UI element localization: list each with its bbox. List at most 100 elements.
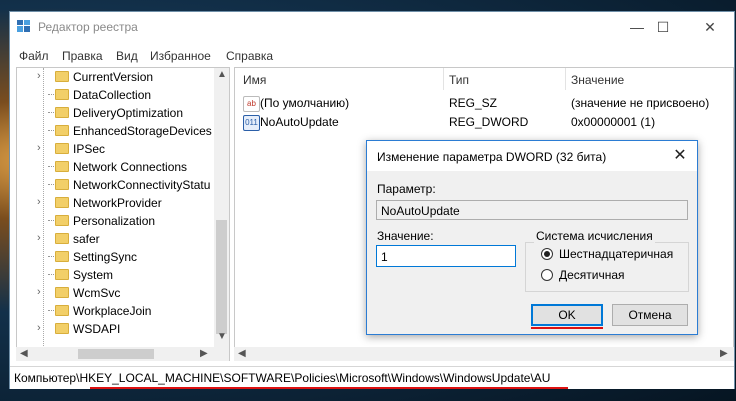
- tree-item[interactable]: › CurrentVersion: [17, 68, 215, 86]
- title-bar: Редактор реестра — ☐ ✕: [10, 12, 734, 42]
- tree-scroll-thumb[interactable]: [216, 220, 227, 334]
- tree-item[interactable]: DataCollection: [17, 86, 215, 104]
- tree-item[interactable]: System: [17, 266, 215, 284]
- number-base-legend: Система исчисления: [534, 229, 655, 243]
- expand-arrow-icon[interactable]: ›: [37, 196, 41, 208]
- tree-hscroll-thumb[interactable]: [78, 349, 154, 359]
- value-input-text: 1: [381, 250, 388, 264]
- tree-item[interactable]: EnhancedStorageDevices: [17, 122, 215, 140]
- tree-item-label: WSDAPI: [73, 322, 121, 336]
- tree-item-label: NetworkProvider: [73, 196, 162, 210]
- expand-arrow-icon[interactable]: ›: [37, 70, 41, 82]
- dialog-close-icon[interactable]: ✕: [663, 141, 697, 171]
- edit-dword-dialog: Изменение параметра DWORD (32 бита) ✕ Па…: [366, 140, 698, 335]
- scroll-right-icon[interactable]: ▶: [200, 348, 208, 359]
- tree-item[interactable]: DeliveryOptimization: [17, 104, 215, 122]
- folder-icon: [55, 107, 69, 118]
- window-title: Редактор реестра: [38, 20, 138, 34]
- tree-item-label: Personalization: [73, 214, 156, 228]
- folder-icon: [55, 305, 69, 316]
- tree-item-label: Network Connections: [73, 160, 188, 174]
- tree-item-label: WcmSvc: [73, 286, 121, 300]
- tree-item[interactable]: WorkplaceJoin: [17, 302, 215, 320]
- tree-item[interactable]: › NetworkProvider: [17, 194, 215, 212]
- values-horizontal-scrollbar[interactable]: ◀ ▶: [234, 347, 734, 361]
- tree-item[interactable]: › IPSec: [17, 140, 215, 158]
- expand-arrow-icon[interactable]: ›: [37, 232, 41, 244]
- column-header-name[interactable]: Имя: [243, 73, 266, 87]
- tree-item[interactable]: Personalization: [17, 212, 215, 230]
- radio-hexadecimal[interactable]: [541, 248, 553, 260]
- status-path-key: HKEY_LOCAL_MACHINE\SOFTWARE\Policies\Mic…: [79, 371, 551, 385]
- folder-icon: [55, 89, 69, 100]
- expand-arrow-icon[interactable]: ›: [37, 286, 41, 298]
- tree-item[interactable]: Network Connections: [17, 158, 215, 176]
- folder-icon: [55, 287, 69, 298]
- scroll-right-icon[interactable]: ▶: [720, 348, 728, 359]
- tree-item[interactable]: NetworkConnectivityStatu: [17, 176, 215, 194]
- menu-favorites[interactable]: Избранное: [150, 49, 211, 63]
- row-name: (По умолчанию): [260, 96, 350, 110]
- radio-decimal[interactable]: [541, 269, 553, 281]
- key-tree[interactable]: › CurrentVersion DataCollection Delivery…: [16, 67, 230, 361]
- status-path: Компьютер\HKEY_LOCAL_MACHINE\SOFTWARE\Po…: [14, 371, 550, 385]
- tree-item-label: CurrentVersion: [73, 70, 154, 84]
- column-header-type[interactable]: Тип: [449, 73, 469, 87]
- tree-item-label: DataCollection: [73, 88, 152, 102]
- row-type: REG_DWORD: [449, 115, 529, 129]
- value-input[interactable]: 1: [376, 245, 516, 267]
- menu-help[interactable]: Справка: [226, 49, 273, 63]
- tree-vertical-scrollbar[interactable]: ▲ ▼: [214, 68, 229, 360]
- tree-item-label: safer: [73, 232, 100, 246]
- cancel-button[interactable]: Отмена: [612, 304, 688, 326]
- folder-icon: [55, 215, 69, 226]
- param-name-field: NoAutoUpdate: [376, 200, 688, 220]
- radio-decimal-label[interactable]: Десятичная: [559, 268, 625, 282]
- registry-app-icon: [17, 20, 30, 32]
- tree-item-label: DeliveryOptimization: [73, 106, 184, 120]
- tree-item[interactable]: › WSDAPI: [17, 320, 215, 338]
- folder-icon: [55, 197, 69, 208]
- menu-view[interactable]: Вид: [116, 49, 138, 63]
- path-highlight-underline: [90, 387, 568, 389]
- ok-highlight-underline: [531, 327, 603, 329]
- tree-item[interactable]: › safer: [17, 230, 215, 248]
- row-name: NoAutoUpdate: [260, 115, 339, 129]
- tree-item-label: SettingSync: [73, 250, 138, 264]
- column-header-value[interactable]: Значение: [571, 73, 624, 87]
- tree-item-label: NetworkConnectivityStatu: [73, 178, 211, 192]
- dialog-title: Изменение параметра DWORD (32 бита): [377, 150, 607, 164]
- folder-icon: [55, 161, 69, 172]
- scroll-left-icon[interactable]: ◀: [20, 348, 28, 359]
- tree-item[interactable]: SettingSync: [17, 248, 215, 266]
- menu-edit[interactable]: Правка: [62, 49, 103, 63]
- menu-bar: Файл Правка Вид Избранное Справка: [10, 46, 734, 66]
- scroll-down-icon[interactable]: ▼: [217, 331, 227, 342]
- folder-icon: [55, 233, 69, 244]
- expand-arrow-icon[interactable]: ›: [37, 322, 41, 334]
- folder-icon: [55, 71, 69, 82]
- close-button[interactable]: ✕: [687, 12, 733, 42]
- radio-hexadecimal-label[interactable]: Шестнадцатеричная: [559, 247, 673, 261]
- row-type: REG_SZ: [449, 96, 498, 110]
- folder-icon: [55, 323, 69, 334]
- tree-item-label: IPSec: [73, 142, 106, 156]
- tree-horizontal-scrollbar[interactable]: ◀ ▶: [16, 347, 229, 361]
- menu-file[interactable]: Файл: [19, 49, 49, 63]
- maximize-button[interactable]: ☐: [640, 12, 686, 42]
- row-value: (значение не присвоено): [571, 96, 710, 110]
- scroll-up-icon[interactable]: ▲: [217, 69, 227, 80]
- scroll-left-icon[interactable]: ◀: [238, 348, 246, 359]
- row-value: 0x00000001 (1): [571, 115, 656, 129]
- tree-item-label: System: [73, 268, 114, 282]
- value-label: Значение:: [377, 229, 434, 243]
- ok-button[interactable]: OK: [531, 304, 603, 326]
- status-bar: Компьютер\HKEY_LOCAL_MACHINE\SOFTWARE\Po…: [10, 366, 734, 389]
- folder-icon: [55, 143, 69, 154]
- tree-item[interactable]: › WcmSvc: [17, 284, 215, 302]
- expand-arrow-icon[interactable]: ›: [37, 142, 41, 154]
- string-value-icon: ab: [243, 96, 260, 112]
- tree-item-label: EnhancedStorageDevices: [73, 124, 212, 138]
- dialog-title-bar: Изменение параметра DWORD (32 бита) ✕: [367, 141, 697, 171]
- folder-icon: [55, 251, 69, 262]
